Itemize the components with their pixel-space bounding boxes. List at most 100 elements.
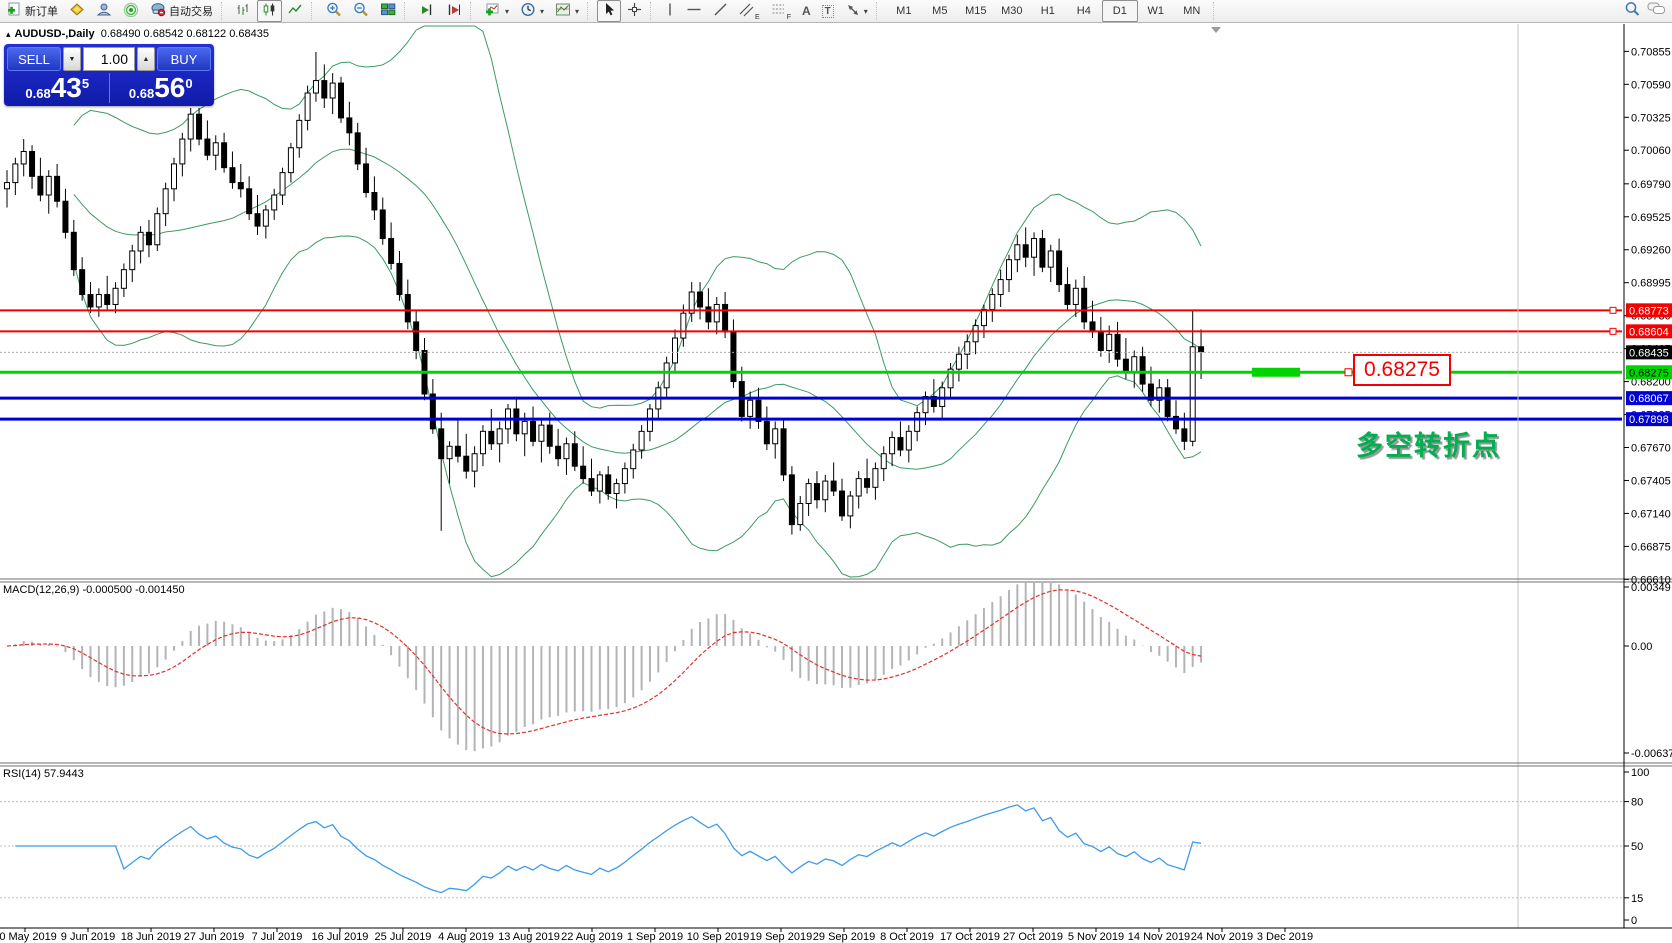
candle-body [731,332,736,382]
date-label[interactable]: 27 Jun 2019 [184,931,245,943]
date-label[interactable]: 1 Sep 2019 [627,931,683,943]
date-label[interactable]: 29 Sep 2019 [813,931,875,943]
collapse-subwindow-icon[interactable]: ▴ [6,29,11,39]
date-label[interactable]: 9 Jun 2019 [61,931,115,943]
periods-dropdown-arrow[interactable]: ▾ [540,7,544,16]
candle-body [230,168,235,183]
hline-anchor-handle[interactable] [1345,369,1352,376]
date-label[interactable]: 5 Nov 2019 [1068,931,1124,943]
market-watch-button[interactable] [64,0,90,22]
zoom-in-button[interactable] [321,0,347,22]
text-label-tool-button[interactable]: T [817,0,839,22]
date-label[interactable]: 24 Nov 2019 [1191,931,1253,943]
timeframe-button-M15[interactable]: M15 [958,0,994,22]
arrows-tool-button[interactable]: ▾ [840,0,873,22]
timeframe-button-W1[interactable]: W1 [1138,0,1174,22]
candle-body [990,295,995,310]
equidistant-channel-tool-button[interactable]: E [734,0,765,22]
vertical-line-tool-button[interactable] [660,0,680,22]
hline-end-handle[interactable] [1610,328,1616,334]
date-label[interactable]: 18 Jun 2019 [121,931,182,943]
timeframe-button-H4[interactable]: H4 [1066,0,1102,22]
fibonacci-tool-button[interactable]: F [766,0,796,22]
line-chart-button[interactable] [283,0,308,22]
bar-chart-button[interactable] [231,0,256,22]
arrows-dropdown-arrow[interactable]: ▾ [864,7,868,16]
date-label[interactable]: 10 Sep 2019 [687,931,749,943]
date-label[interactable]: 30 May 2019 [0,931,57,943]
timeframe-button-M5[interactable]: M5 [922,0,958,22]
date-label[interactable]: 7 Jul 2019 [252,931,303,943]
auto-scroll-button[interactable] [414,0,440,22]
chart-canvas[interactable]: 0.708550.705900.703250.700600.697900.695… [0,0,1672,943]
volume-increase-button[interactable]: ▲ [137,47,155,71]
templates-dropdown-arrow[interactable]: ▾ [575,7,579,16]
timeframe-button-H1[interactable]: H1 [1030,0,1066,22]
rsi-line [15,805,1201,893]
volume-decrease-button[interactable]: ▼ [63,47,81,71]
cursor-tool-button[interactable] [597,0,621,22]
volume-input[interactable] [83,47,135,71]
date-label[interactable]: 25 Jul 2019 [375,931,432,943]
candle-body [789,475,794,525]
date-label[interactable]: 22 Aug 2019 [561,931,623,943]
crosshair-tool-button[interactable] [622,0,647,22]
timeframe-button-MN[interactable]: MN [1174,0,1210,22]
fibonacci-icon [771,2,786,20]
text-tool-button[interactable]: A [797,0,816,22]
indicators-button[interactable]: ▾ [480,0,514,22]
chat-icon[interactable] [1647,1,1666,22]
price-callout-box[interactable]: 0.68275 [1353,354,1451,386]
buy-button[interactable]: BUY [157,47,211,71]
date-label[interactable]: 17 Oct 2019 [940,931,1000,943]
timeframe-button-M1[interactable]: M1 [886,0,922,22]
buy-price[interactable]: 0.68560 [111,73,212,103]
zoom-in-icon [326,2,342,20]
candle-body [1015,245,1020,260]
candle-body [389,239,394,264]
cursor-icon [602,2,616,20]
date-label[interactable]: 19 Sep 2019 [750,931,812,943]
date-label[interactable]: 3 Dec 2019 [1257,931,1313,943]
candlestick-chart-button[interactable] [257,0,282,22]
signals-button[interactable] [118,0,144,22]
timeframe-button-D1[interactable]: D1 [1102,0,1138,22]
candle-body [597,475,602,491]
new-order-button[interactable]: 新订单 [2,0,63,22]
candle-body [1023,245,1028,257]
trendline-tool-button[interactable] [708,0,733,22]
timeframe-button-M30[interactable]: M30 [994,0,1030,22]
toolbar-separator [404,2,411,20]
date-label[interactable]: 8 Oct 2019 [880,931,934,943]
macd-axis-label: 0.00 [1631,641,1652,653]
periods-button[interactable]: ▾ [515,0,549,22]
date-label[interactable]: 27 Oct 2019 [1003,931,1063,943]
horizontal-line-tool-button[interactable] [681,0,707,22]
bollinger-middle-band [74,149,1201,469]
chart-shift-marker[interactable] [1211,27,1221,33]
templates-button[interactable]: ▾ [550,0,584,22]
indicators-dropdown-arrow[interactable]: ▾ [505,7,509,16]
date-label[interactable]: 13 Aug 2019 [498,931,560,943]
autotrading-button[interactable]: 自动交易 [145,0,218,22]
chart-shift-button[interactable] [441,0,467,22]
candle-body [46,176,51,195]
search-icon[interactable] [1624,1,1641,22]
candle-body [172,164,177,189]
candle-body [522,421,527,433]
sell-price[interactable]: 0.68435 [7,73,108,103]
candle-body [188,114,193,139]
tile-windows-button[interactable] [375,0,401,22]
hline-end-handle[interactable] [1610,307,1616,313]
sell-price-pipette: 5 [82,77,89,90]
profiles-button[interactable] [91,0,117,22]
one-click-trading-panel: SELL ▼ ▲ BUY 0.68435 0.68560 [4,44,214,106]
candle-body [30,151,35,176]
date-label[interactable]: 14 Nov 2019 [1128,931,1190,943]
sell-button[interactable]: SELL [7,47,61,71]
date-label[interactable]: 16 Jul 2019 [312,931,369,943]
zoom-out-button[interactable] [348,0,374,22]
date-label[interactable]: 4 Aug 2019 [438,931,494,943]
hline-selection-handle[interactable] [1252,368,1300,377]
candle-body [96,295,101,307]
